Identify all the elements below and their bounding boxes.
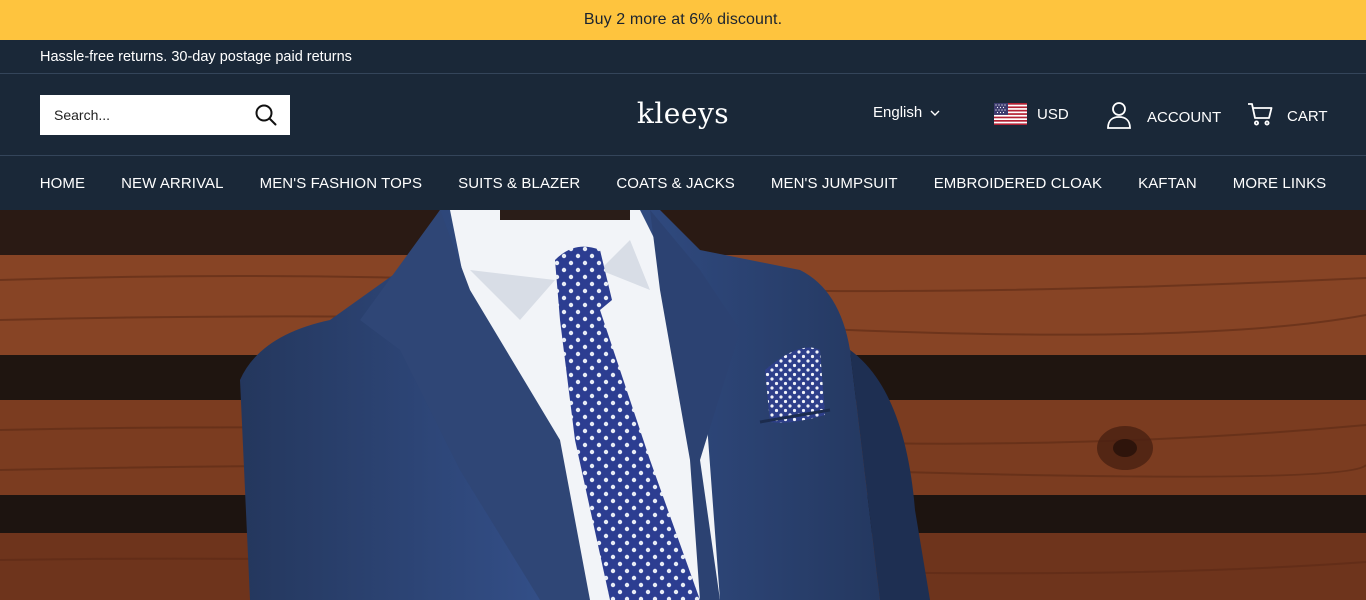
language-label: English (873, 104, 923, 121)
promo-bar: Buy 2 more at 6% discount. (0, 0, 1366, 40)
hero-banner[interactable] (0, 210, 1366, 600)
search-box (40, 95, 290, 135)
info-bar: Hassle-free returns. 30-day postage paid… (0, 40, 1366, 74)
main-nav: HOME NEW ARRIVAL MEN'S FASHION TOPS SUIT… (0, 157, 1366, 210)
nav-item-kaftan[interactable]: KAFTAN (1138, 175, 1197, 192)
account-link[interactable]: ACCOUNT (1106, 101, 1221, 133)
currency-label: USD (1037, 105, 1069, 123)
nav-item-home[interactable]: HOME (40, 175, 85, 192)
hero-image (0, 210, 1366, 600)
nav-item-coats-jacks[interactable]: COATS & JACKS (616, 175, 735, 192)
search-input[interactable] (40, 95, 240, 135)
cart-icon (1247, 101, 1273, 131)
cart-link[interactable]: CART (1247, 101, 1328, 131)
nav-item-more-links[interactable]: MORE LINKS (1233, 175, 1327, 192)
nav-item-suits-blazer[interactable]: SUITS & BLAZER (458, 175, 580, 192)
site-header: kleeys English (0, 75, 1366, 156)
site-logo[interactable]: kleeys (637, 97, 729, 130)
cart-label: CART (1287, 107, 1328, 125)
nav-item-embroidered-cloak[interactable]: EMBROIDERED CLOAK (934, 175, 1102, 192)
promo-text: Buy 2 more at 6% discount. (583, 11, 783, 28)
chevron-down-icon (930, 104, 940, 121)
nav-item-mens-fashion-tops[interactable]: MEN'S FASHION TOPS (260, 175, 422, 192)
language-selector[interactable]: English (873, 104, 940, 121)
nav-item-mens-jumpsuit[interactable]: MEN'S JUMPSUIT (771, 175, 898, 192)
returns-info-text: Hassle-free returns. 30-day postage paid… (40, 48, 352, 65)
us-flag-icon (994, 103, 1027, 125)
currency-selector[interactable]: USD (994, 103, 1069, 125)
account-label: ACCOUNT (1147, 108, 1222, 126)
user-icon (1106, 101, 1132, 133)
search-icon[interactable] (254, 103, 278, 127)
nav-item-new-arrival[interactable]: NEW ARRIVAL (121, 175, 224, 192)
